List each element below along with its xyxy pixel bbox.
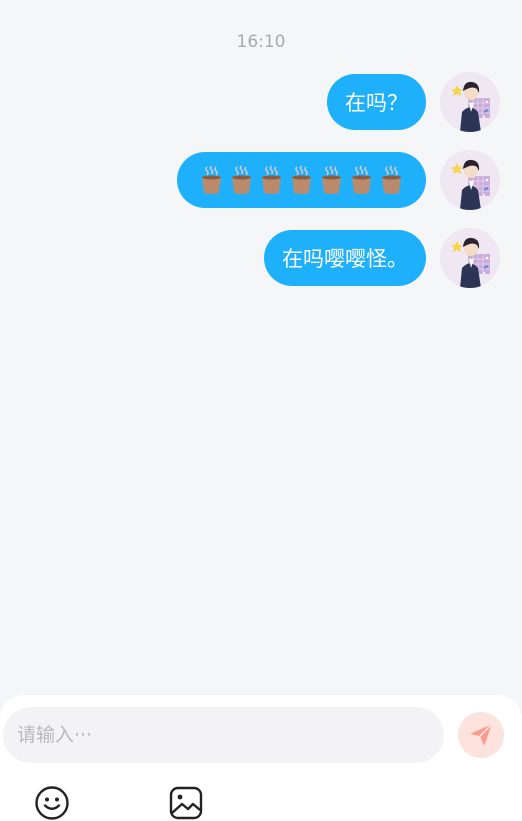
message-row: 在吗嘤嘤怪。 [264,228,500,288]
smiley-icon[interactable] [34,785,70,821]
coffee-cup-icon [319,165,344,195]
avatar[interactable] [440,72,500,132]
message-row [177,150,500,210]
message-row: 在吗？ [327,72,500,132]
paper-plane-icon [470,723,493,746]
coffee-cup-icon [229,165,254,195]
coffee-cup-icon [259,165,284,195]
avatar-image [440,150,500,210]
composer-bar [0,695,522,821]
avatar[interactable] [440,228,500,288]
message-bubble[interactable]: 在吗？ [327,74,426,130]
send-button[interactable] [458,712,504,758]
message-bubble-emoji[interactable] [177,152,426,208]
coffee-cup-icon [379,165,404,195]
coffee-cup-icon [289,165,314,195]
message-bubble[interactable]: 在吗嘤嘤怪。 [264,230,426,286]
coffee-cup-icon [199,165,224,195]
image-icon[interactable] [168,785,204,821]
avatar-image [440,72,500,132]
coffee-cup-icon [349,165,374,195]
avatar[interactable] [440,150,500,210]
avatar-image [440,228,500,288]
message-timestamp: 16:10 [236,32,286,52]
chat-area: 16:10 在吗？ 在吗嘤嘤怪。 [0,0,522,695]
message-input[interactable] [3,707,444,763]
